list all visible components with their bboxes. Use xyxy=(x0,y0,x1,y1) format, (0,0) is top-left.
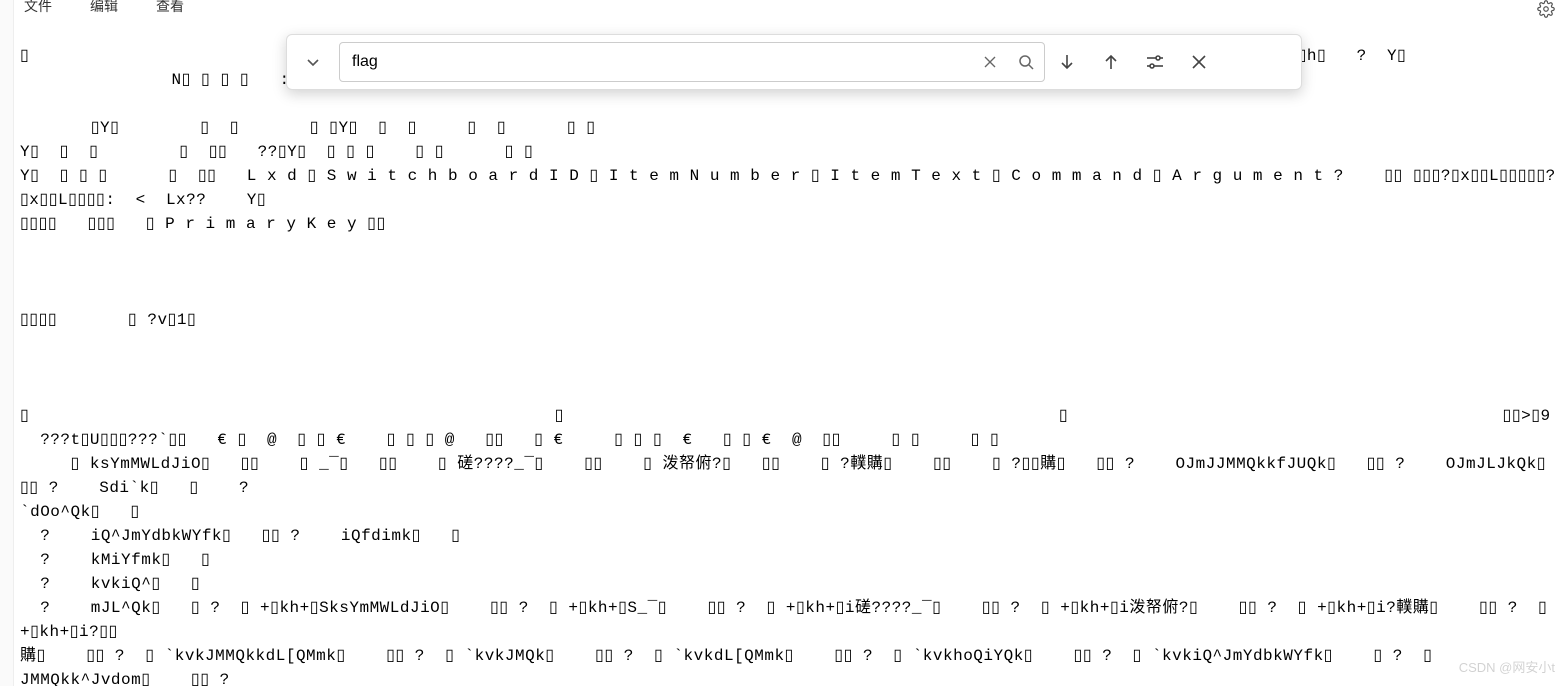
text-line: ???t▯U▯▯▯???`▯▯ € ▯ @ ▯ ▯ € ▯ ▯ ▯ @ ▯▯ ▯… xyxy=(20,431,999,449)
text-content[interactable]: ▯ ▯▯▯▯▯▯▯▯▯▯▯▯▯▯▯▯▯▯▯▯▯▯▯▯▯▯▯▯▯▯▯▯▯▯▯▯▯▯… xyxy=(20,20,1557,686)
find-close-button[interactable] xyxy=(1177,40,1221,84)
menu-view[interactable]: 查看 xyxy=(152,0,188,18)
find-prev-button[interactable] xyxy=(1089,40,1133,84)
text-line: ? kMiYfmk▯ ▯ xyxy=(20,551,210,569)
find-options-button[interactable] xyxy=(1133,40,1177,84)
text-line: ▯▯▯▯ ▯ ?v▯1▯ xyxy=(20,311,196,329)
text-line: ▯Y▯ ▯ ▯ ▯ ▯Y▯ ▯ ▯ ▯ ▯ ▯ ▯ xyxy=(20,119,596,137)
text-line: ▯ ksYmMWLdJiO▯ ▯▯ ▯ _‾▯ ▯▯ ▯ 磋????_‾▯ ▯▯… xyxy=(20,455,1567,497)
text-line: Y▯ ▯ ▯ ▯ ▯▯ ??▯Y▯ ▯ ▯ ▯ ▯ ▯ ▯ ▯ xyxy=(20,143,533,161)
left-gutter xyxy=(0,0,14,686)
text-line: N▯ ▯ ▯ ▯ : xyxy=(20,71,290,89)
gear-icon[interactable] xyxy=(1537,0,1555,18)
watermark: CSDN @网安小t xyxy=(1459,657,1555,676)
menu-bar: 文件 编辑 查看 xyxy=(20,0,188,18)
app-window: 文件 编辑 查看 ▯ ▯▯▯▯▯▯▯▯▯▯▯▯▯▯▯▯▯▯▯▯▯▯▯▯▯▯▯▯▯… xyxy=(0,0,1567,686)
find-next-button[interactable] xyxy=(1045,40,1089,84)
find-search-button[interactable] xyxy=(1008,44,1044,80)
find-clear-button[interactable] xyxy=(972,44,1008,80)
text-line: `dOo^Qk▯ ▯ xyxy=(20,503,140,521)
text-line: Y▯ ▯ ▯ ▯ ▯ ▯▯ L x d ▯ S w i t c h b o a … xyxy=(20,167,1556,209)
text-line: ? kvkiQ^▯ ▯ xyxy=(20,575,200,593)
find-input[interactable] xyxy=(340,53,972,71)
text-line: ? iQ^JmYdbkWYfk▯ ▯▯ ? iQfdimk▯ ▯ xyxy=(20,527,460,545)
text-line: 購▯ ▯▯ ? ▯ `kvkJMMQkkdL[QMmk▯ ▯▯ ? ▯ `kvk… xyxy=(20,647,1443,686)
find-bar xyxy=(286,34,1302,90)
menu-edit[interactable]: 编辑 xyxy=(86,0,122,18)
find-input-wrap xyxy=(339,42,1045,82)
menu-file[interactable]: 文件 xyxy=(20,0,56,18)
text-line: ? mJL^Qk▯ ▯ ? ▯ +▯kh+▯SksYmMWLdJiO▯ ▯▯ ?… xyxy=(20,599,1557,641)
text-line: ▯ ▯ ▯ ▯▯>▯9 xyxy=(20,407,1551,425)
text-line: ▯▯▯▯ ▯▯▯ ▯ P r i m a r y K e y ▯▯ xyxy=(20,215,386,233)
find-expand-toggle[interactable] xyxy=(293,42,333,82)
